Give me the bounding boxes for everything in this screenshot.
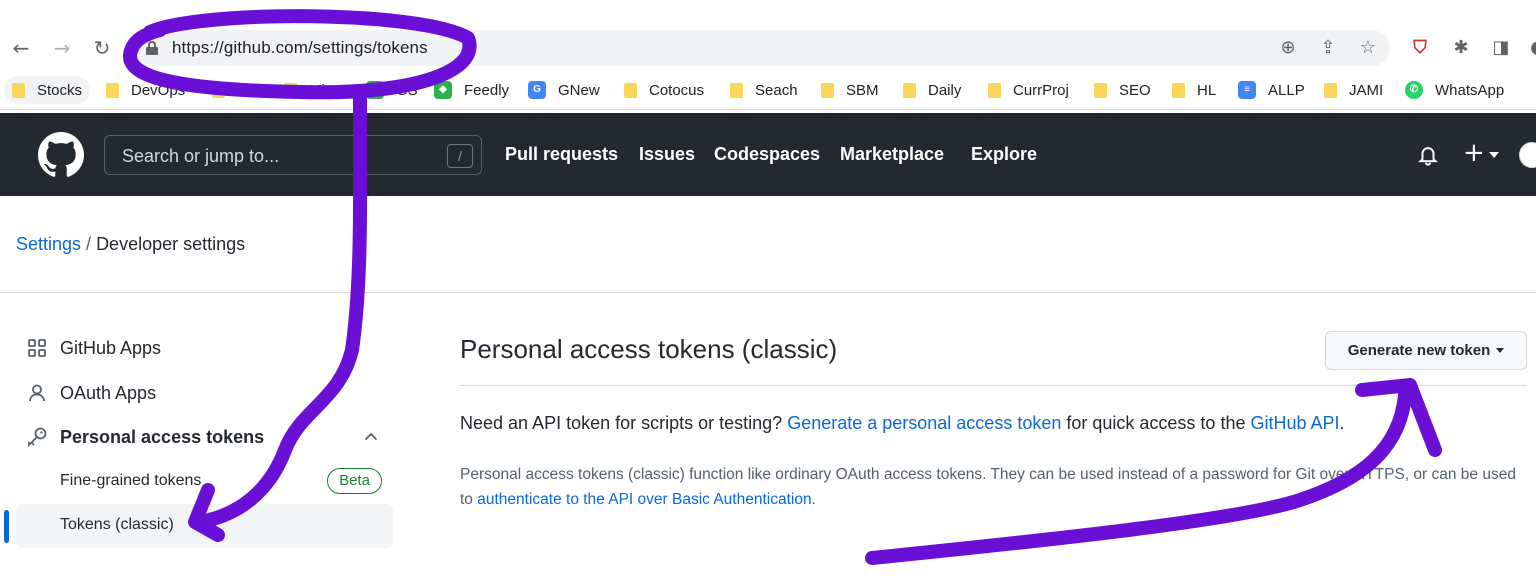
sidebar-subitem-tokens-classic[interactable]: Tokens (classic) bbox=[60, 516, 174, 534]
github-search-input[interactable]: Search or jump to... / bbox=[104, 135, 482, 175]
sidebar-subitem-fine-grained-tokens[interactable]: Fine-grained tokens bbox=[60, 472, 201, 490]
dropdown-caret-icon bbox=[1496, 348, 1505, 353]
bookmark-feedly[interactable]: ◆ Feedly bbox=[434, 76, 509, 104]
bookmark-currproj[interactable]: CurrProj bbox=[988, 76, 1069, 104]
bookmark-star-icon[interactable]: ☆ bbox=[1356, 36, 1380, 60]
profile-icon[interactable]: ● bbox=[1526, 36, 1536, 60]
nav-pull-requests[interactable]: Pull requests bbox=[505, 144, 618, 165]
bookmark-stocks[interactable]: Stocks bbox=[4, 76, 91, 104]
bookmark-mine[interactable]: Mine bbox=[284, 76, 342, 104]
chevron-up-icon[interactable] bbox=[362, 427, 380, 445]
generate-token-link[interactable]: Generate a personal access token bbox=[787, 413, 1061, 433]
google-news-icon: G bbox=[528, 81, 546, 99]
nav-issues[interactable]: Issues bbox=[639, 144, 695, 165]
intro-text: Need an API token for scripts or testing… bbox=[460, 413, 1345, 433]
extensions-puzzle-icon[interactable]: ✱ bbox=[1449, 36, 1473, 60]
google-docs-icon: ≡ bbox=[1238, 81, 1256, 99]
nav-marketplace[interactable]: Marketplace bbox=[840, 144, 944, 165]
basic-auth-link[interactable]: authenticate to the API over Basic Authe… bbox=[477, 491, 811, 508]
folder-icon bbox=[1172, 82, 1185, 98]
folder-icon bbox=[284, 82, 297, 98]
folder-icon bbox=[12, 82, 25, 98]
folder-icon bbox=[988, 82, 1001, 98]
bookmark-allp[interactable]: ≡ ALLP bbox=[1238, 76, 1305, 104]
bookmark-jami[interactable]: JAMI bbox=[1324, 76, 1383, 104]
folder-icon bbox=[821, 82, 834, 98]
sidebar-item-label: Personal access tokens bbox=[60, 426, 265, 447]
slash-shortcut-badge: / bbox=[447, 144, 473, 168]
folder-icon bbox=[1324, 82, 1337, 98]
folder-icon bbox=[624, 82, 637, 98]
zoom-icon[interactable]: ⊕ bbox=[1276, 36, 1300, 60]
forward-arrow-icon[interactable]: → bbox=[50, 36, 74, 60]
description-text: Personal access tokens (classic) functio… bbox=[460, 466, 1516, 508]
header-divider bbox=[0, 292, 1536, 293]
sidebar-item-personal-access-tokens[interactable]: Personal access tokens bbox=[26, 422, 264, 452]
url-text[interactable]: https://github.com/settings/tokens bbox=[172, 38, 428, 58]
bookmark-hl[interactable]: HL bbox=[1172, 76, 1216, 104]
bookmark-cotocus[interactable]: Cotocus bbox=[624, 76, 704, 104]
bookmarks-bar: Stocks DevOps CG Mine ✓ GS ◆ Feedly G GNew … bbox=[0, 70, 1536, 110]
create-new-plus-icon[interactable]: + bbox=[1463, 140, 1485, 166]
breadcrumb-settings-link[interactable]: Settings bbox=[16, 234, 81, 254]
address-bar[interactable]: https://github.com/settings/tokens ⊕ ⇪ ☆ bbox=[128, 30, 1390, 66]
github-api-link[interactable]: GitHub API bbox=[1250, 413, 1339, 433]
person-icon bbox=[26, 382, 48, 404]
sidebar-item-oauth-apps[interactable]: OAuth Apps bbox=[26, 378, 156, 408]
breadcrumb: Settings / Developer settings bbox=[16, 234, 245, 255]
reload-icon[interactable]: ↻ bbox=[90, 36, 114, 60]
bookmark-cg[interactable]: CG bbox=[212, 76, 260, 104]
bookmark-seach[interactable]: Seach bbox=[730, 76, 798, 104]
bookmark-seo[interactable]: SEO bbox=[1094, 76, 1151, 104]
apps-grid-icon bbox=[26, 337, 48, 359]
whatsapp-icon: ✆ bbox=[1405, 81, 1423, 99]
user-avatar[interactable] bbox=[1519, 142, 1536, 168]
bookmark-gs[interactable]: ✓ GS bbox=[366, 76, 418, 104]
notifications-bell-icon[interactable] bbox=[1417, 144, 1439, 166]
key-icon bbox=[26, 426, 48, 448]
extension-shield-icon[interactable]: ⛉ bbox=[1408, 36, 1432, 60]
sidebar-item-github-apps[interactable]: GitHub Apps bbox=[26, 333, 161, 363]
bookmark-favicon-icon: ✓ bbox=[366, 81, 384, 99]
breadcrumb-current: Developer settings bbox=[96, 234, 246, 254]
bookmark-gnew[interactable]: G GNew bbox=[528, 76, 600, 104]
feedly-icon: ◆ bbox=[434, 81, 452, 99]
side-panel-icon[interactable]: ◨ bbox=[1489, 36, 1513, 60]
sidebar-item-label: OAuth Apps bbox=[60, 382, 157, 403]
sidebar-item-label: GitHub Apps bbox=[60, 337, 162, 358]
folder-icon bbox=[106, 82, 119, 98]
bookmark-daily[interactable]: Daily bbox=[903, 76, 961, 104]
browser-toolbar: ← → ↻ https://github.com/settings/tokens… bbox=[0, 0, 1536, 70]
breadcrumb-separator: / bbox=[86, 234, 92, 254]
folder-icon bbox=[903, 82, 916, 98]
nav-explore[interactable]: Explore bbox=[971, 144, 1037, 165]
sidebar-selected-indicator bbox=[4, 510, 9, 543]
bookmark-devops[interactable]: DevOps bbox=[106, 76, 185, 104]
share-icon[interactable]: ⇪ bbox=[1316, 36, 1340, 60]
nav-codespaces[interactable]: Codespaces bbox=[714, 144, 820, 165]
title-divider bbox=[460, 385, 1527, 386]
folder-icon bbox=[1094, 82, 1107, 98]
lock-icon[interactable] bbox=[146, 41, 158, 55]
bookmark-whatsapp[interactable]: ✆ WhatsApp bbox=[1405, 76, 1504, 104]
back-arrow-icon[interactable]: ← bbox=[9, 36, 33, 60]
folder-icon bbox=[212, 82, 225, 98]
generate-new-token-button[interactable]: Generate new token bbox=[1325, 331, 1527, 370]
github-header: Search or jump to... / Pull requests Iss… bbox=[0, 113, 1536, 196]
github-logo-icon[interactable] bbox=[38, 132, 84, 178]
beta-badge: Beta bbox=[327, 468, 382, 494]
folder-icon bbox=[730, 82, 743, 98]
bookmark-sbm[interactable]: SBM bbox=[821, 76, 879, 104]
annotation-arrowhead-up bbox=[1355, 378, 1442, 457]
page-title: Personal access tokens (classic) bbox=[460, 334, 838, 364]
plus-dropdown-caret-icon[interactable] bbox=[1489, 152, 1499, 158]
